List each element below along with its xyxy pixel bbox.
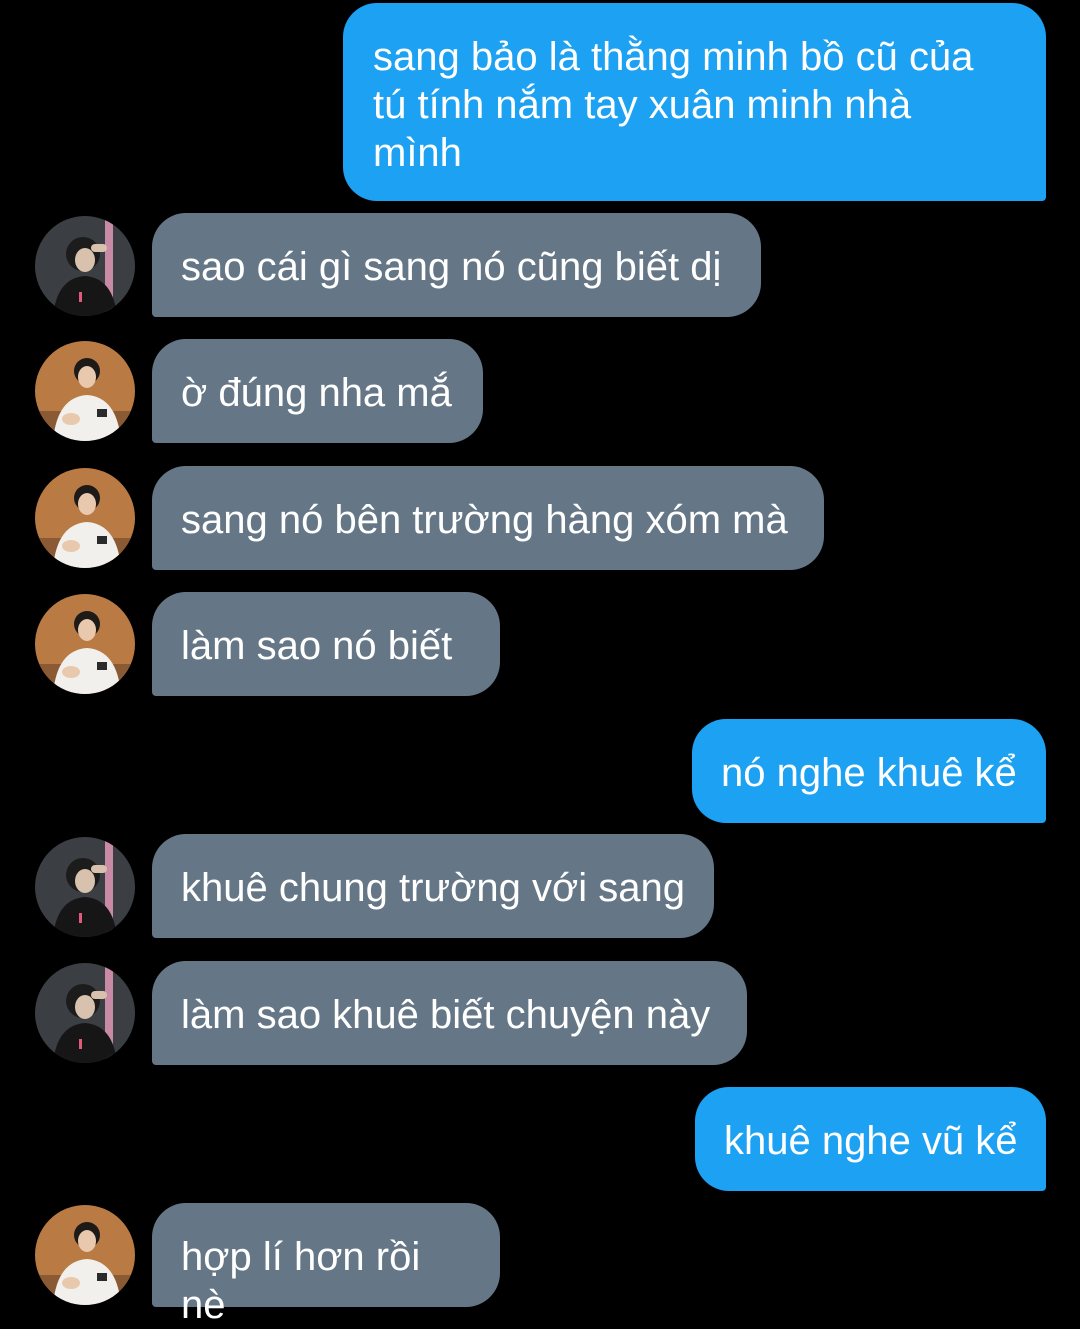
message-bubble-incoming[interactable]: hợp lí hơn rồi nè <box>152 1203 500 1327</box>
avatar-white-shirt[interactable] <box>35 468 135 568</box>
message-bubble-incoming[interactable]: sao cái gì sang nó cũng biết dị <box>152 213 761 317</box>
person-avatar-icon <box>35 1205 135 1305</box>
message-bubble-incoming[interactable]: sang nó bên trường hàng xóm mà <box>152 466 824 570</box>
person-avatar-icon <box>35 837 135 937</box>
message-bubble-outgoing[interactable]: sang bảo là thằng minh bồ cũ của tú tính… <box>343 3 1046 201</box>
person-avatar-icon <box>35 963 135 1063</box>
avatar-dark-shirt[interactable] <box>35 963 135 1063</box>
avatar-dark-shirt[interactable] <box>35 216 135 316</box>
avatar-dark-shirt[interactable] <box>35 837 135 937</box>
avatar-white-shirt[interactable] <box>35 1205 135 1305</box>
person-avatar-icon <box>35 341 135 441</box>
avatar-white-shirt[interactable] <box>35 341 135 441</box>
chat-thread: sang bảo là thằng minh bồ cũ của tú tính… <box>0 0 1080 1327</box>
person-avatar-icon <box>35 216 135 316</box>
person-avatar-icon <box>35 594 135 694</box>
avatar-white-shirt[interactable] <box>35 594 135 694</box>
message-bubble-incoming[interactable]: khuê chung trường với sang <box>152 834 714 938</box>
message-bubble-incoming[interactable]: làm sao nó biết <box>152 592 500 696</box>
person-avatar-icon <box>35 468 135 568</box>
message-bubble-incoming[interactable]: làm sao khuê biết chuyện này <box>152 961 747 1065</box>
message-bubble-outgoing[interactable]: nó nghe khuê kể <box>692 719 1046 823</box>
message-bubble-incoming[interactable]: ờ đúng nha mắ <box>152 339 483 443</box>
message-bubble-outgoing[interactable]: khuê nghe vũ kể <box>695 1087 1046 1191</box>
